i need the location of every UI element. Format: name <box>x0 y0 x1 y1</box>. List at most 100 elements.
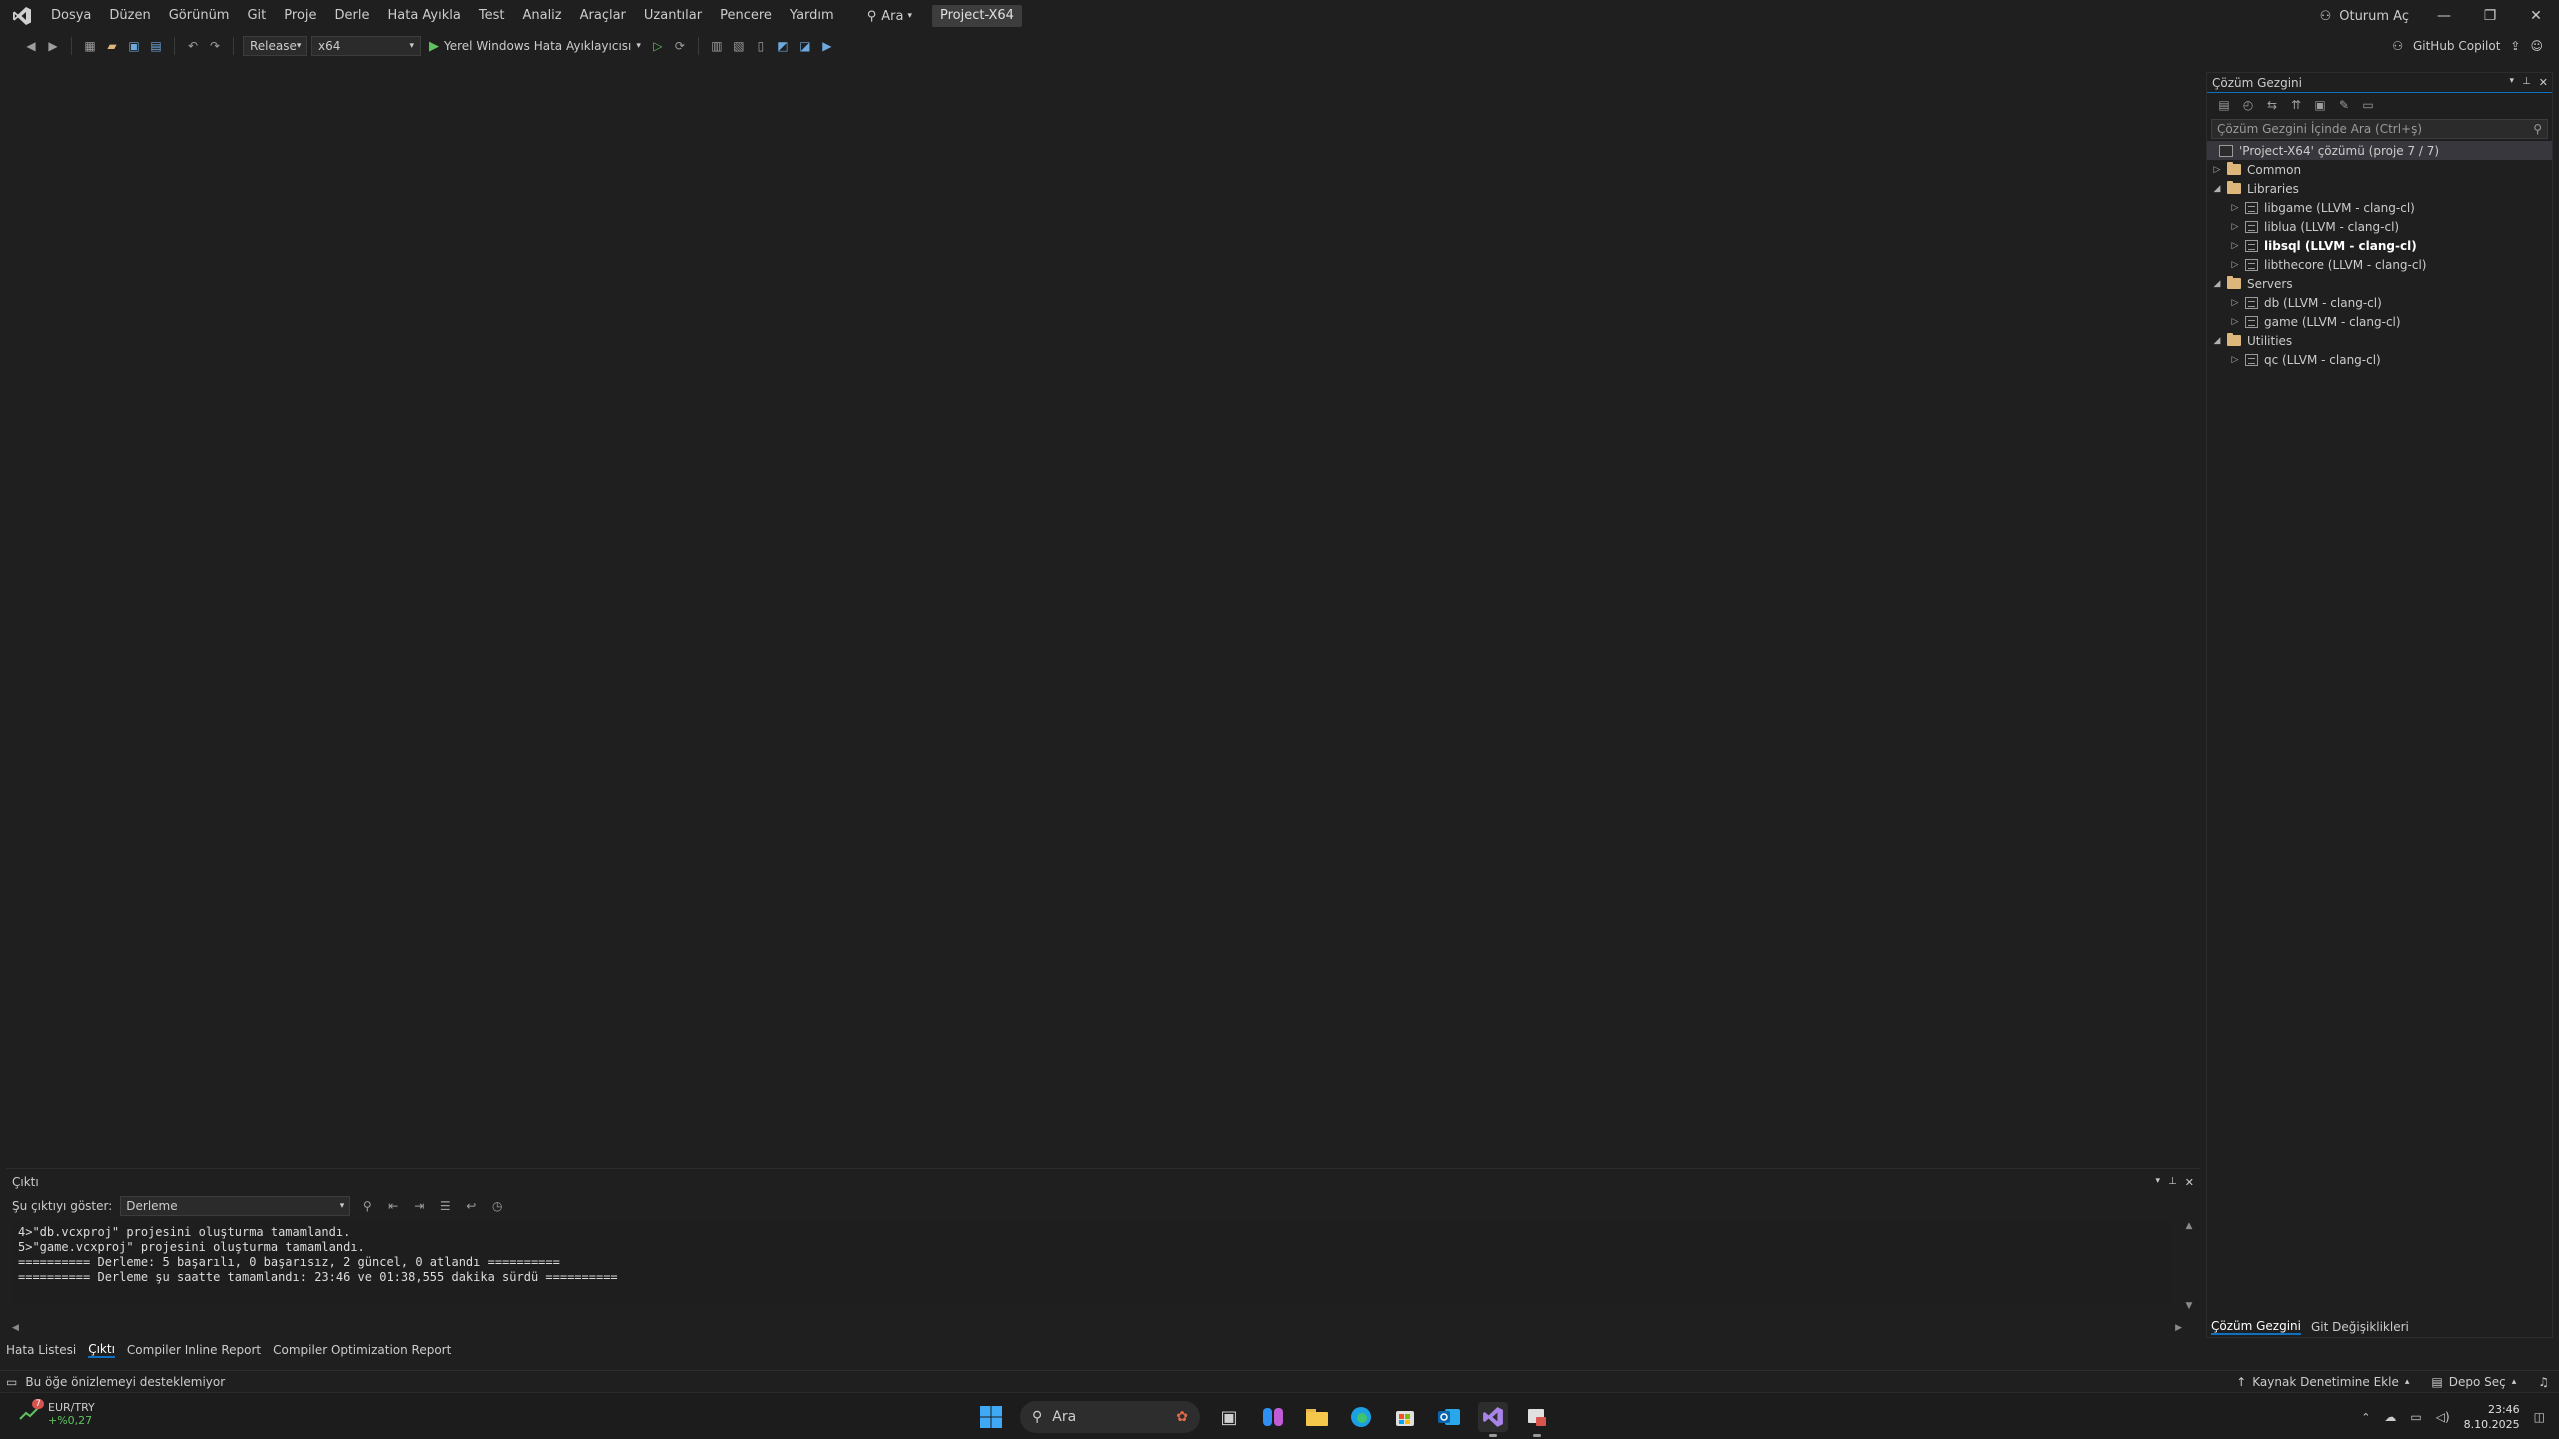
copilot-icon[interactable]: ⚇ <box>2392 39 2403 53</box>
solution-search-input[interactable]: Çözüm Gezgini İçinde Ara (Ctrl+ş) ⚲ <box>2211 119 2548 139</box>
menu-item[interactable]: Uzantılar <box>635 0 711 32</box>
preview-icon[interactable]: ▭ <box>2359 96 2377 114</box>
attach-icon[interactable]: ▶ <box>818 37 836 55</box>
properties-icon[interactable]: ✎ <box>2335 96 2353 114</box>
hot-reload-icon[interactable]: ⟳ <box>671 37 689 55</box>
microsoft-store-icon[interactable] <box>1390 1402 1420 1432</box>
notifications-icon[interactable]: ◫ <box>2534 1410 2545 1424</box>
visual-studio-logo-icon[interactable] <box>10 6 34 26</box>
bookmark-icon[interactable]: ▯ <box>752 37 770 55</box>
file-explorer-icon[interactable] <box>1302 1402 1332 1432</box>
tree-project-node[interactable]: ▷ libgame (LLVM - clang-cl) <box>2207 198 2552 217</box>
output-vertical-scrollbar[interactable]: ▲ ▼ <box>2182 1221 2196 1311</box>
menu-item[interactable]: Git <box>238 0 275 32</box>
collapsed-arrow-icon[interactable]: ▷ <box>2229 241 2241 251</box>
tree-project-node[interactable]: ▷ db (LLVM - clang-cl) <box>2207 293 2552 312</box>
tree-project-node[interactable]: ▷ libsql (LLVM - clang-cl) <box>2207 236 2552 255</box>
menu-item[interactable]: Araçlar <box>571 0 635 32</box>
chevron-down-icon[interactable]: ▾ <box>2156 1176 2161 1189</box>
output-horizontal-scrollbar[interactable]: ◀ ▶ <box>12 1323 2182 1333</box>
copilot-label[interactable]: GitHub Copilot <box>2413 39 2500 53</box>
open-file-icon[interactable]: ▰ <box>103 37 121 55</box>
search-menu[interactable]: ⚲ Ara ▾ <box>857 0 922 32</box>
select-repo-button[interactable]: ▤ Depo Seç ▴ <box>2431 1375 2516 1389</box>
collapsed-arrow-icon[interactable]: ▷ <box>2211 165 2223 175</box>
build-icon[interactable]: ▥ <box>708 37 726 55</box>
output-source-select[interactable]: Derleme ▾ <box>120 1196 351 1216</box>
sync-icon[interactable]: ⇆ <box>2263 96 2281 114</box>
tree-folder-node[interactable]: ▷ Common <box>2207 160 2552 179</box>
expanded-arrow-icon[interactable]: ◢ <box>2211 336 2223 346</box>
editor-area[interactable] <box>0 62 2204 1168</box>
tab-git-changes[interactable]: Git Değişiklikleri <box>2311 1320 2409 1334</box>
configuration-select[interactable]: Release ▾ <box>243 36 307 56</box>
close-icon[interactable]: ✕ <box>2185 1176 2194 1189</box>
remote-app-icon[interactable] <box>1522 1402 1552 1437</box>
start-debugging-button[interactable]: ▶ Yerel Windows Hata Ayıklayıcısı ▾ <box>425 39 645 54</box>
redo-icon[interactable]: ↷ <box>206 37 224 55</box>
menu-item[interactable]: Pencere <box>711 0 781 32</box>
tab-output[interactable]: Çıktı <box>88 1342 115 1358</box>
save-icon[interactable]: ▣ <box>125 37 143 55</box>
project-badge[interactable]: Project-X64 <box>931 5 1022 27</box>
menu-item[interactable]: Derle <box>326 0 379 32</box>
menu-item[interactable]: Analiz <box>513 0 570 32</box>
menu-item[interactable]: Proje <box>275 0 325 32</box>
show-all-files-icon[interactable]: ▣ <box>2311 96 2329 114</box>
next-message-icon[interactable]: ⇥ <box>410 1197 428 1215</box>
word-wrap-icon[interactable]: ↩ <box>462 1197 480 1215</box>
platform-select[interactable]: x64 ▾ <box>311 36 421 56</box>
widgets-ticker[interactable]: 7 EUR/TRY +%0,27 <box>18 1399 95 1427</box>
minimize-button[interactable]: — <box>2421 0 2467 32</box>
tree-project-node[interactable]: ▷ game (LLVM - clang-cl) <box>2207 312 2552 331</box>
notifications-icon[interactable]: ♫ <box>2538 1375 2549 1389</box>
tree-folder-node[interactable]: ◢ Libraries <box>2207 179 2552 198</box>
tree-folder-node[interactable]: ◢ Utilities <box>2207 331 2552 350</box>
copilot-app-icon[interactable] <box>1258 1402 1288 1432</box>
tree-folder-node[interactable]: ◢ Servers <box>2207 274 2552 293</box>
expanded-arrow-icon[interactable]: ◢ <box>2211 184 2223 194</box>
output-text[interactable]: 4>"db.vcxproj" projesini oluşturma tamam… <box>12 1221 2172 1303</box>
tree-project-node[interactable]: ▷ qc (LLVM - clang-cl) <box>2207 350 2552 369</box>
add-to-source-control-button[interactable]: ↑ Kaynak Denetimine Ekle ▴ <box>2236 1375 2409 1389</box>
tab-solution-explorer[interactable]: Çözüm Gezgini <box>2211 1319 2301 1335</box>
visual-studio-app-icon[interactable] <box>1478 1402 1508 1437</box>
menu-item[interactable]: Görünüm <box>160 0 239 32</box>
start-button[interactable] <box>976 1402 1006 1432</box>
new-project-icon[interactable]: ▦ <box>81 37 99 55</box>
pin-icon[interactable]: ⊥ <box>2522 76 2531 89</box>
restore-button[interactable]: ❐ <box>2467 0 2513 32</box>
menu-item[interactable]: Yardım <box>781 0 843 32</box>
back-icon[interactable]: ◀ <box>22 37 40 55</box>
scroll-left-icon[interactable]: ◀ <box>12 1323 19 1333</box>
tab-compiler-optimization-report[interactable]: Compiler Optimization Report <box>273 1343 451 1357</box>
chevron-up-icon[interactable]: ⌃ <box>2361 1411 2370 1424</box>
outlook-icon[interactable] <box>1434 1402 1464 1432</box>
signin-button[interactable]: ⚇ Oturum Aç <box>2320 0 2409 32</box>
close-icon[interactable]: ✕ <box>2539 76 2548 89</box>
share-icon[interactable]: ⇪ <box>2510 39 2520 53</box>
history-icon[interactable]: ◴ <box>2239 96 2257 114</box>
collapsed-arrow-icon[interactable]: ▷ <box>2229 222 2241 232</box>
menu-item[interactable]: Düzen <box>100 0 159 32</box>
save-all-icon[interactable]: ▤ <box>147 37 165 55</box>
prev-message-icon[interactable]: ⇤ <box>384 1197 402 1215</box>
tree-project-node[interactable]: ▷ libthecore (LLVM - clang-cl) <box>2207 255 2552 274</box>
taskbar-search[interactable]: ⚲ Ara ✿ <box>1020 1401 1200 1433</box>
edge-browser-icon[interactable] <box>1346 1402 1376 1432</box>
switch-views-icon[interactable]: ▤ <box>2215 96 2233 114</box>
collapsed-arrow-icon[interactable]: ▷ <box>2229 298 2241 308</box>
clock[interactable]: 23:46 8.10.2025 <box>2464 1402 2520 1432</box>
pin-icon[interactable]: ⊥ <box>2168 1176 2177 1189</box>
tab-compiler-inline-report[interactable]: Compiler Inline Report <box>127 1343 261 1357</box>
task-view-icon[interactable]: ▣ <box>1214 1402 1244 1432</box>
scroll-right-icon[interactable]: ▶ <box>2175 1323 2182 1333</box>
menu-item[interactable]: Hata Ayıkla <box>378 0 469 32</box>
volume-icon[interactable]: ◁) <box>2436 1410 2450 1424</box>
collapse-all-icon[interactable]: ⇈ <box>2287 96 2305 114</box>
collapsed-arrow-icon[interactable]: ▷ <box>2229 355 2241 365</box>
diagnostics-icon[interactable]: ◩ <box>774 37 792 55</box>
chevron-down-icon[interactable]: ▾ <box>2510 76 2515 89</box>
clear-all-icon[interactable]: ☰ <box>436 1197 454 1215</box>
find-message-icon[interactable]: ⚲ <box>358 1197 376 1215</box>
